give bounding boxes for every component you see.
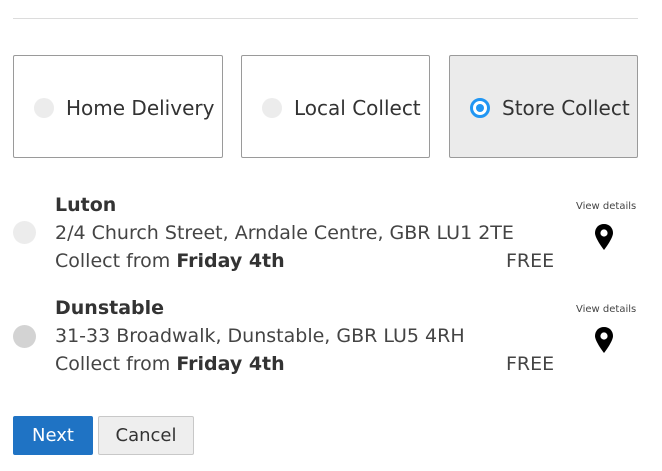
option-label-local-collect: Local Collect xyxy=(294,96,421,120)
option-local-collect[interactable]: Local Collect xyxy=(241,55,430,158)
option-home-delivery[interactable]: Home Delivery xyxy=(13,55,223,158)
store-collect-date: Collect from Friday 4th xyxy=(55,353,285,375)
option-label-home-delivery: Home Delivery xyxy=(66,96,215,120)
option-label-store-collect: Store Collect xyxy=(502,96,630,120)
store-price: FREE xyxy=(506,353,555,375)
store-row-luton: Luton 2/4 Church Street, Arndale Centre,… xyxy=(0,193,662,285)
store-name: Luton xyxy=(55,194,117,216)
store-row-dunstable: Dunstable 31-33 Broadwalk, Dunstable, GB… xyxy=(0,296,662,388)
store-radio-luton[interactable] xyxy=(13,221,36,244)
map-pin-icon[interactable] xyxy=(594,326,614,354)
map-pin-icon[interactable] xyxy=(594,223,614,251)
store-price: FREE xyxy=(506,250,555,272)
store-address: 2/4 Church Street, Arndale Centre, GBR L… xyxy=(55,222,514,244)
view-details-link[interactable]: View details xyxy=(576,304,636,316)
radio-home-delivery[interactable] xyxy=(34,98,54,118)
radio-store-collect[interactable] xyxy=(470,98,490,118)
view-details-link[interactable]: View details xyxy=(576,201,636,213)
top-divider xyxy=(13,18,638,19)
next-button[interactable]: Next xyxy=(13,416,93,455)
option-store-collect[interactable]: Store Collect xyxy=(449,55,638,158)
radio-local-collect[interactable] xyxy=(262,98,282,118)
store-address: 31-33 Broadwalk, Dunstable, GBR LU5 4RH xyxy=(55,325,465,347)
cancel-button[interactable]: Cancel xyxy=(98,416,194,455)
store-collect-date: Collect from Friday 4th xyxy=(55,250,285,272)
delivery-method-selector: Home Delivery Local Collect Store Collec… xyxy=(13,55,638,160)
store-radio-dunstable[interactable] xyxy=(13,325,36,348)
store-name: Dunstable xyxy=(55,297,165,319)
